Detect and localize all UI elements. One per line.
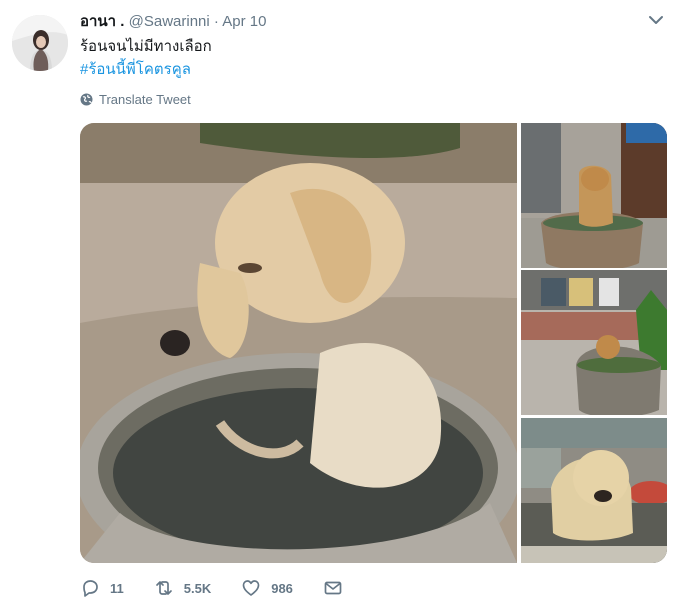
share-button[interactable] (323, 578, 343, 598)
media-photo-3[interactable] (521, 270, 667, 415)
media-grid (80, 123, 667, 563)
globe-icon (80, 93, 93, 106)
separator-dot: · (213, 13, 219, 30)
hashtag-link[interactable]: #ร้อนนี้พี่โคตรคูล (80, 59, 191, 80)
reply-button[interactable]: 11 (80, 578, 124, 598)
like-button[interactable]: 986 (241, 578, 293, 598)
media-photo-main[interactable] (80, 123, 517, 563)
tweet-text: ร้อนจนไม่มีทางเลือก (80, 38, 212, 55)
media-photo-2[interactable] (521, 123, 667, 268)
display-name[interactable]: อานา . (80, 13, 124, 30)
user-handle[interactable]: @Sawarinni (129, 13, 210, 30)
share-icon (324, 581, 342, 595)
chevron-down-icon[interactable] (648, 14, 664, 26)
tweet-date[interactable]: Apr 10 (222, 13, 266, 30)
reply-count: 11 (110, 580, 124, 596)
reply-icon (83, 580, 98, 597)
retweet-count: 5.5K (183, 580, 212, 596)
translate-tweet-link[interactable]: Translate Tweet (80, 92, 191, 107)
tweet-actions: 11 5.5K 986 (80, 578, 373, 598)
retweet-button[interactable]: 5.5K (154, 578, 211, 598)
translate-label: Translate Tweet (99, 92, 191, 107)
tweet-header: อานา . @Sawarinni · Apr 10 (80, 12, 266, 32)
avatar[interactable] (12, 15, 68, 71)
media-photo-4[interactable] (521, 418, 667, 563)
like-icon (242, 580, 260, 596)
like-count: 986 (271, 580, 293, 596)
retweet-icon (155, 581, 172, 595)
